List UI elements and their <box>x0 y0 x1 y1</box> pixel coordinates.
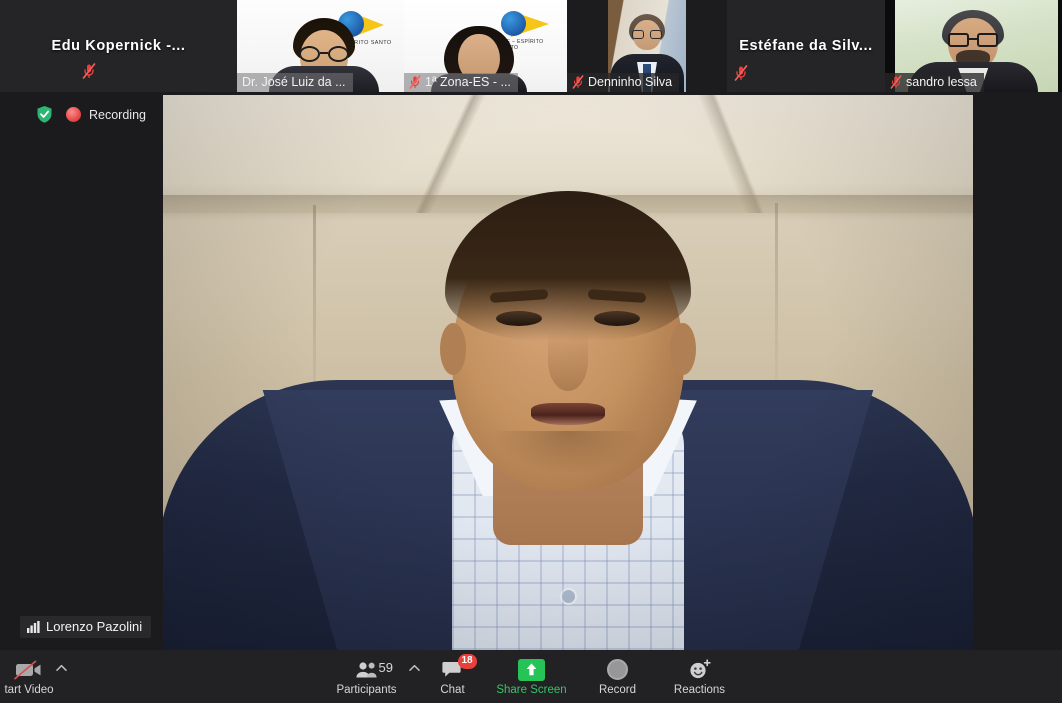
mic-muted-icon <box>734 65 748 86</box>
thumbnail-name-label: sandro lessa <box>906 75 977 89</box>
active-speaker-video[interactable] <box>163 95 973 650</box>
record-button[interactable]: Record <box>580 650 656 703</box>
shield-check-icon[interactable] <box>36 105 53 124</box>
smiley-plus-icon <box>688 658 712 682</box>
zoom-meeting-window: Edu Kopernick -... ESPÍRITO SANTO Dr. Jo… <box>0 0 1062 703</box>
thumbnail-name: Denninho Silva <box>567 73 680 92</box>
share-screen-arrow-icon <box>518 658 545 682</box>
people-icon <box>355 658 379 682</box>
recording-indicator[interactable]: Recording <box>66 107 146 122</box>
thumbnail-tile[interactable]: Estéfane da Silv... <box>727 0 885 92</box>
chat-unread-badge: 18 <box>457 653 477 669</box>
recording-dot-icon <box>66 107 81 122</box>
participants-button[interactable]: 59 Participants <box>319 650 415 703</box>
chat-label: Chat <box>440 683 465 696</box>
thumbnail-name: Dr. José Luiz da ... <box>237 73 353 92</box>
meeting-indicators: Recording <box>36 105 146 124</box>
mic-muted-icon <box>82 63 96 84</box>
audio-level-bars-icon <box>27 620 40 633</box>
chat-button[interactable]: 18 Chat <box>422 650 484 703</box>
record-circle-icon <box>607 658 628 682</box>
thumbnail-name-label: 1ª Zona-ES - ... <box>425 75 511 89</box>
thumbnail-name: sandro lessa <box>885 73 984 92</box>
thumbnail-tile[interactable]: Edu Kopernick -... <box>0 0 237 92</box>
mic-muted-icon <box>572 75 584 89</box>
recording-label: Recording <box>89 107 146 122</box>
thumbnail-tile[interactable]: Denninho Silva <box>567 0 727 92</box>
thumbnail-name-label: Dr. José Luiz da ... <box>242 75 346 89</box>
speaker-video-frame <box>163 95 973 650</box>
thumbnail-tile[interactable]: ESPÍRITO SANTO Dr. José Luiz da ... <box>237 0 404 92</box>
thumbnail-name-label: Denninho Silva <box>588 75 673 89</box>
active-speaker-name: Lorenzo Pazolini <box>46 619 143 634</box>
participants-count: 59 <box>378 660 393 675</box>
participant-filmstrip: Edu Kopernick -... ESPÍRITO SANTO Dr. Jo… <box>0 0 1062 92</box>
participants-label: Participants <box>336 683 397 696</box>
meeting-toolbar: tart Video 59 Participants 18 Chat Share… <box>0 650 1062 703</box>
share-screen-button[interactable]: Share Screen <box>484 650 580 703</box>
thumbnail-name: 1ª Zona-ES - ... <box>404 73 518 92</box>
thumbnail-tile[interactable]: sandro lessa <box>885 0 1062 92</box>
record-label: Record <box>598 683 637 696</box>
video-stage: Lorenzo Pazolini <box>0 92 1062 650</box>
share-screen-label: Share Screen <box>496 683 567 696</box>
mic-muted-icon <box>409 75 421 89</box>
thumbnail-name-center: Edu Kopernick -... <box>51 38 186 54</box>
thumbnail-tile[interactable]: TRE – ESPÍRITO SANTO 1ª Zona-ES - ... <box>404 0 567 92</box>
reactions-label: Reactions <box>673 683 726 696</box>
mic-muted-icon <box>890 75 902 89</box>
participants-chevron-up-icon[interactable] <box>408 650 420 703</box>
active-speaker-name-badge: Lorenzo Pazolini <box>20 616 152 638</box>
thumbnail-name-center: Estéfane da Silv... <box>739 38 873 54</box>
chat-bubble-icon: 18 <box>441 653 477 682</box>
reactions-button[interactable]: Reactions <box>656 650 744 703</box>
